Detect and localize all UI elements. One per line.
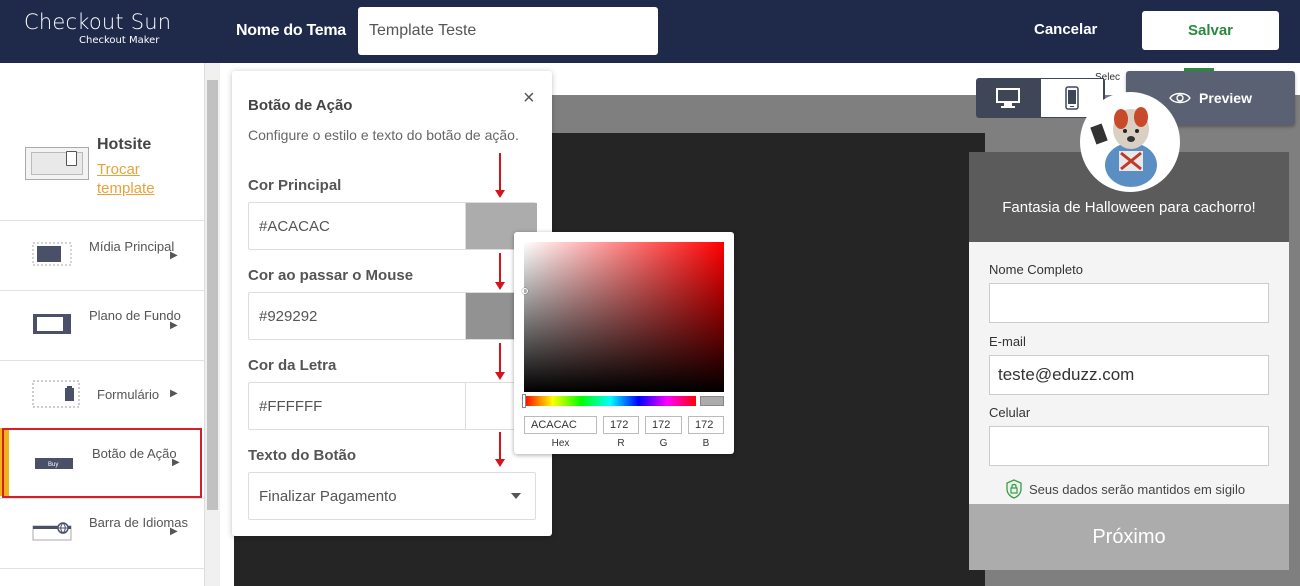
chevron-right-icon: ▶ (170, 388, 178, 399)
main-color-value: #ACACAC (259, 217, 330, 235)
main-color-input[interactable]: #ACACAC (248, 202, 537, 250)
clipboard-icon (66, 151, 77, 166)
next-button[interactable]: Próximo (969, 504, 1289, 570)
green-input[interactable]: 172 (645, 416, 682, 434)
eye-icon (1169, 92, 1191, 104)
sidebar-item-label: Formulário (97, 387, 160, 402)
close-icon[interactable]: × (523, 87, 535, 110)
hex-input[interactable]: ACACAC (524, 416, 597, 434)
sidebar-item-botao-de-acao[interactable]: Buy Botão de Ação ▶ (2, 428, 202, 498)
button-text-select[interactable]: Finalizar Pagamento (248, 472, 536, 520)
chevron-right-icon: ▶ (170, 320, 178, 331)
hotsite-title: Hotsite (97, 136, 152, 153)
logo-subtitle: Checkout Maker (79, 35, 160, 46)
buy-button-thumb-icon: Buy (35, 458, 73, 469)
product-image (1080, 92, 1180, 192)
text-color-value: #FFFFFF (259, 397, 323, 415)
hex-caption: Hex (551, 438, 570, 449)
annotation-arrow (495, 343, 505, 380)
sidebar-item-label: Plano de Fundo (89, 308, 181, 323)
security-text: Seus dados serão mantidos em sigilo (1029, 481, 1246, 497)
preview-label: Preview (1199, 90, 1252, 106)
desktop-view-button[interactable] (976, 78, 1040, 118)
product-image-dog (1083, 95, 1177, 189)
svg-text:Buy: Buy (48, 462, 58, 468)
hover-color-value: #929292 (259, 307, 318, 325)
color-preview (700, 396, 724, 406)
annotation-arrow (495, 432, 505, 467)
chevron-right-icon: ▶ (172, 457, 180, 468)
annotation-arrow (495, 153, 505, 198)
sidebar-scrollbar-thumb[interactable] (207, 80, 218, 510)
hue-slider[interactable] (524, 396, 696, 406)
text-color-input[interactable]: #FFFFFF (248, 382, 537, 430)
saturation-area[interactable] (524, 242, 724, 392)
desktop-icon (996, 88, 1020, 108)
cancel-button[interactable]: Cancelar (1034, 21, 1097, 38)
hover-color-input[interactable]: #929292 (248, 292, 537, 340)
panel-description: Configure o estilo e texto do botão de a… (248, 127, 519, 143)
sidebar-item-barra-de-idiomas[interactable]: Barra de Idiomas ▶ (0, 498, 204, 568)
name-input[interactable] (989, 283, 1269, 323)
hover-color-label: Cor ao passar o Mouse (248, 267, 414, 284)
hue-handle[interactable] (522, 394, 526, 408)
sidebar-item-plano-de-fundo[interactable]: Plano de Fundo ▶ (0, 290, 204, 360)
sidebar-item-formulario[interactable]: Formulário ▶ (0, 360, 204, 430)
shield-icon (1006, 479, 1022, 499)
sidebar-item-label: Mídia Principal (89, 239, 175, 254)
security-notice: Seus dados serão mantidos em sigilo (1005, 479, 1245, 499)
main-color-label: Cor Principal (248, 177, 342, 194)
red-input[interactable]: 172 (603, 416, 639, 434)
name-label: Nome Completo (989, 262, 1083, 277)
green-caption: G (659, 438, 668, 449)
media-thumb-icon (32, 242, 72, 266)
annotation-arrow (495, 253, 505, 290)
blue-caption: B (702, 438, 710, 449)
logo-title: Checkout Sun (24, 10, 172, 34)
email-label: E-mail (989, 334, 1026, 349)
chevron-down-icon (511, 493, 521, 499)
background-thumb-icon (33, 314, 71, 334)
saturation-handle[interactable] (522, 288, 528, 294)
blue-input[interactable]: 172 (688, 416, 724, 434)
product-title: Fantasia de Halloween para cachorro! (1002, 199, 1256, 216)
sidebar-item-next[interactable] (0, 568, 204, 586)
form-thumb-icon (32, 380, 80, 408)
red-caption: R (617, 438, 625, 449)
phone-input[interactable] (989, 426, 1269, 466)
top-bar: Checkout Sun Checkout Maker Nome do Tema… (0, 0, 1300, 63)
button-text-value: Finalizar Pagamento (259, 487, 397, 505)
button-text-label: Texto do Botão (248, 447, 357, 464)
sidebar-item-midia-principal[interactable]: Mídia Principal ▶ (0, 220, 204, 290)
chevron-right-icon: ▶ (170, 526, 178, 537)
language-bar-thumb-icon (32, 522, 72, 541)
device-toggle (976, 78, 1105, 118)
text-color-label: Cor da Letra (248, 357, 337, 374)
change-template-link[interactable]: Trocar template (97, 160, 177, 198)
save-button[interactable]: Salvar (1142, 11, 1279, 50)
theme-name-label: Nome do Tema (236, 22, 346, 39)
chevron-right-icon: ▶ (170, 250, 178, 261)
mobile-icon (1065, 86, 1079, 110)
phone-label: Celular (989, 405, 1031, 420)
email-input[interactable]: teste@eduzz.com (989, 355, 1269, 395)
sidebar-item-label: Botão de Ação (92, 446, 177, 461)
template-thumbnail (25, 147, 89, 180)
color-picker: ACACAC 172 172 172 Hex R G B (514, 232, 734, 454)
panel-title: Botão de Ação (248, 97, 353, 114)
theme-name-input[interactable]: Template Teste (358, 7, 658, 55)
